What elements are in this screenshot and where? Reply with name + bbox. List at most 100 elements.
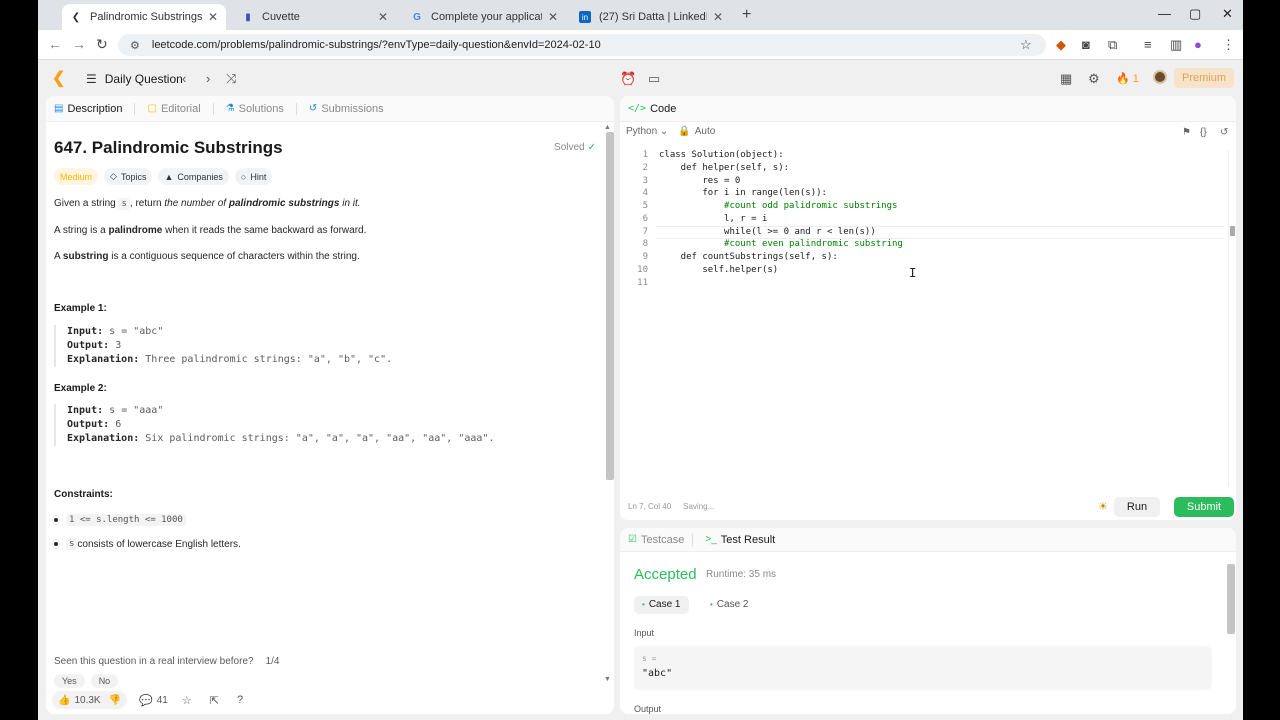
line-number: 1 — [642, 150, 648, 160]
close-window-icon[interactable]: ✕ — [1222, 6, 1233, 22]
result-scrollbar[interactable] — [1226, 556, 1235, 714]
next-question-icon[interactable]: › — [206, 71, 210, 86]
label: Input: — [67, 326, 104, 337]
media-control-icon[interactable]: ≡ — [1144, 37, 1152, 52]
help-button[interactable]: ? — [237, 694, 247, 706]
maximize-icon[interactable]: ▢ — [1189, 6, 1201, 22]
browser-tab-google-form[interactable]: G Complete your application form ✕ — [403, 4, 566, 30]
code-panel: </> Code Python ⌄ 🔒 Auto ⚑ {} ↺ 1 2 3 4 … — [620, 96, 1236, 520]
daily-question-nav[interactable]: ☰ Daily Question — [86, 72, 183, 86]
topics-chip[interactable]: ◇ Topics — [104, 168, 153, 185]
tab-divider — [134, 102, 136, 115]
puzzle-extensions-icon[interactable]: ⧉ — [1108, 37, 1117, 53]
back-icon[interactable]: ← — [48, 36, 62, 52]
line-number: 5 — [642, 201, 648, 211]
thumbs-up-icon[interactable]: 👍 — [58, 695, 70, 706]
streak-count: 1 — [1132, 73, 1139, 85]
label: Explanation: — [67, 354, 140, 365]
companies-chip[interactable]: ▲ Companies — [158, 168, 229, 185]
premium-button[interactable]: Premium — [1174, 68, 1235, 88]
tab-divider — [692, 533, 694, 546]
value: 3 — [115, 340, 122, 351]
code-line: #count even palindromic substring — [659, 239, 903, 249]
tab-label: Test Result — [720, 533, 776, 546]
label: Output: — [67, 340, 110, 351]
metamask-extension-icon[interactable]: ◆ — [1056, 37, 1066, 53]
description-scrollbar[interactable]: ▲ ▼ — [604, 124, 614, 684]
debugger-icon[interactable]: ☀ — [1098, 500, 1108, 513]
close-tab-icon[interactable]: ✕ — [713, 10, 723, 24]
menu-kebab-icon[interactable]: ⋮ — [1222, 37, 1235, 53]
share-button[interactable]: ⇱ — [210, 694, 223, 707]
editor-scrollbar[interactable] — [1228, 150, 1235, 486]
tab-test-result[interactable]: >_ Test Result — [705, 534, 775, 546]
case-2-tab[interactable]: • Case 2 — [702, 596, 757, 614]
tab-title: Palindromic Substrings - LeetCo — [90, 11, 202, 23]
browser-window: ❮ Palindromic Substrings - LeetCo ✕ ▮ Cu… — [38, 0, 1243, 720]
param-name: s = — [642, 654, 657, 663]
format-braces-icon[interactable]: {} — [1200, 127, 1207, 138]
mode-label[interactable]: Auto — [695, 126, 716, 137]
timer-icon[interactable]: ⏰ — [620, 71, 636, 87]
close-tab-icon[interactable]: ✕ — [208, 10, 218, 24]
tab-editorial[interactable]: ▢ Editorial — [147, 103, 200, 115]
code-line: l, r = i — [659, 214, 768, 224]
streak-fire-badge[interactable]: 🔥 1 — [1116, 72, 1139, 85]
scroll-thumb[interactable] — [1227, 564, 1235, 634]
close-tab-icon[interactable]: ✕ — [548, 10, 558, 24]
site-info-icon[interactable]: ⚙ — [130, 39, 140, 52]
browser-tab-cuvette[interactable]: ▮ Cuvette ✕ — [234, 4, 396, 30]
user-avatar[interactable] — [1153, 70, 1167, 84]
text: , return — [129, 198, 165, 209]
browser-tab-linkedin[interactable]: in (27) Sri Datta | LinkedIn ✕ — [571, 4, 731, 30]
favorite-button[interactable]: ☆ — [182, 694, 196, 707]
pass-dot-icon: • — [710, 600, 713, 609]
tab-description[interactable]: ▤ Description — [54, 103, 122, 115]
scroll-thumb[interactable] — [606, 132, 614, 480]
minimize-icon[interactable]: — — [1158, 6, 1171, 21]
bookmark-star-icon[interactable]: ☆ — [1020, 37, 1032, 53]
layout-grid-icon[interactable]: ▦ — [1060, 71, 1072, 87]
settings-gear-icon[interactable]: ⚙ — [1088, 71, 1100, 87]
tab-testcase[interactable]: ☑ Testcase — [628, 534, 684, 546]
chip-label: Companies — [177, 171, 223, 182]
line-number: 9 — [642, 252, 648, 262]
profile-avatar-icon[interactable]: ● — [1194, 37, 1202, 52]
leetcode-logo-icon[interactable]: ❮ — [52, 70, 68, 87]
run-button[interactable]: Run — [1114, 497, 1160, 517]
browser-tab-leetcode[interactable]: ❮ Palindromic Substrings - LeetCo ✕ — [62, 4, 226, 30]
bookmark-icon[interactable]: ⚑ — [1182, 127, 1191, 138]
code-editor[interactable]: 1 2 3 4 5 6 7 8 9 10 11 class Solution(o… — [620, 150, 1224, 486]
input-label: Input — [634, 628, 655, 638]
value: 6 — [115, 419, 122, 430]
submit-button[interactable]: Submit — [1174, 497, 1234, 517]
comments-button[interactable]: 💬 41 — [139, 694, 168, 707]
language-select[interactable]: Python ⌄ — [626, 126, 668, 137]
url-bar[interactable]: ⚙ leetcode.com/problems/palindromic-subs… — [118, 34, 1046, 56]
code-line: self.helper(s) — [659, 265, 779, 275]
tab-submissions[interactable]: ↺ Submissions — [309, 103, 384, 115]
label: Explanation: — [67, 433, 140, 444]
new-tab-button[interactable]: + — [742, 6, 751, 24]
scroll-down-icon[interactable]: ▼ — [604, 676, 611, 683]
reset-code-icon[interactable]: ↺ — [1220, 127, 1228, 138]
tab-solutions[interactable]: ⚗ Solutions — [226, 103, 284, 115]
extension-icon[interactable]: ◙ — [1082, 37, 1090, 52]
pass-dot-icon: • — [642, 600, 645, 609]
thumbs-down-icon[interactable]: 👎 — [109, 695, 121, 706]
reload-icon[interactable]: ↻ — [96, 36, 108, 53]
solved-status: Solved ✓ — [554, 142, 596, 153]
chip-label: Topics — [120, 171, 147, 182]
forward-icon[interactable]: → — [72, 36, 86, 52]
prev-question-icon[interactable]: ‹ — [182, 71, 186, 86]
case-1-tab[interactable]: • Case 1 — [634, 596, 689, 614]
hint-chip[interactable]: ○ Hint — [234, 168, 273, 185]
problem-title[interactable]: 647. Palindromic Substrings — [54, 138, 283, 158]
notes-icon[interactable]: ▭ — [648, 71, 660, 87]
close-tab-icon[interactable]: ✕ — [378, 10, 388, 24]
description-paragraph-2: A string is a palindrome when it reads t… — [54, 225, 366, 236]
line-number: 11 — [637, 278, 648, 288]
shuffle-icon[interactable]: ⤨ — [226, 71, 236, 87]
scroll-up-icon[interactable]: ▲ — [604, 124, 611, 131]
side-panel-icon[interactable]: ▥ — [1170, 37, 1182, 53]
